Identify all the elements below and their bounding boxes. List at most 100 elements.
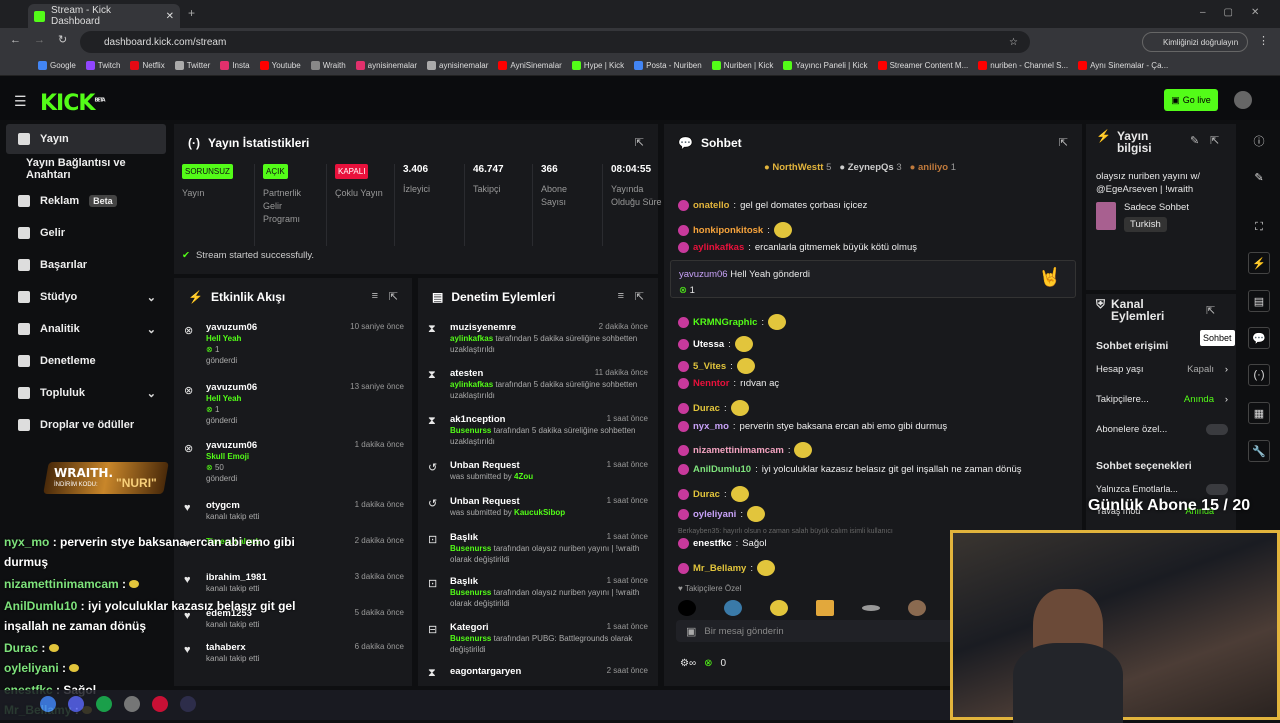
back-icon[interactable]: ← (10, 34, 21, 46)
expand-icon[interactable]: ⇱ (635, 290, 644, 303)
sidebar-item[interactable]: Analitik ⌄ (6, 314, 166, 344)
go-live-button[interactable]: ▣ Go live (1164, 89, 1218, 111)
sidebar-item[interactable]: Reklam Beta (6, 186, 166, 216)
chat-username[interactable]: Nenntor (693, 378, 729, 389)
chat-username[interactable]: oyleliyani (693, 509, 736, 520)
kick-logo[interactable]: KICKBETA (40, 91, 106, 116)
chat-bubble-icon[interactable]: 💬 (1248, 327, 1270, 349)
chat-username[interactable]: nizamettinimamcam (693, 445, 784, 456)
close-tab-icon[interactable]: ✕ (166, 11, 174, 22)
browser-tab[interactable]: Stream - Kick Dashboard ✕ (28, 4, 180, 28)
expand-icon[interactable]: ⇱ (389, 290, 398, 303)
toggle-switch[interactable] (1206, 484, 1228, 495)
chat-username[interactable]: honkiponkitosk (693, 225, 763, 236)
obs-taskbar-icon[interactable] (124, 696, 140, 712)
chat-username[interactable]: Mr_Bellamy (693, 563, 746, 574)
expand-icon[interactable]: ⇱ (635, 136, 644, 149)
badge-icon (678, 488, 689, 500)
emote-icon[interactable] (908, 600, 926, 616)
bookmark-item[interactable]: Twitch (85, 61, 120, 70)
chat-username[interactable]: KRMNGraphic (693, 317, 757, 328)
bookmark-item[interactable]: Wraith (310, 61, 346, 70)
bookmark-item[interactable]: Insta (220, 61, 250, 70)
stat-item: AÇIK Partnerlik Gelir Programı (254, 164, 316, 246)
emote-icon[interactable] (862, 605, 880, 611)
discord-taskbar-icon[interactable] (68, 696, 84, 712)
broadcast-icon[interactable]: (·) (1248, 364, 1270, 386)
reload-icon[interactable]: ↻ (58, 33, 67, 46)
chat-username[interactable]: enestfkc (693, 538, 732, 549)
sidebar-item[interactable]: Topluluk ⌄ (6, 378, 166, 408)
emote-icon[interactable] (770, 600, 788, 616)
sidebar-item[interactable]: Yayın Bağlantısı ve Anahtarı (6, 154, 166, 184)
bookmark-item[interactable]: Youtube (259, 61, 301, 70)
bookmark-item[interactable]: Twitter (174, 61, 210, 70)
user-avatar[interactable] (1234, 91, 1252, 109)
spotify-taskbar-icon[interactable] (96, 696, 112, 712)
wrench-icon[interactable]: 🔧 (1248, 440, 1270, 462)
steam-taskbar-icon[interactable] (180, 696, 196, 712)
points-icon: ⊗ (206, 463, 215, 472)
filter-icon[interactable]: ≡ (372, 290, 378, 302)
edit-icon[interactable]: ✎ (1190, 134, 1199, 147)
moderation-time: 1 saat önce (606, 532, 648, 541)
bookmark-item[interactable]: Yayıncı Paneli | Kick (783, 61, 868, 70)
chat-username[interactable]: 5_Vites (693, 361, 726, 372)
bookmark-item[interactable]: Netflix (130, 61, 165, 70)
filter-icon[interactable]: ≡ (618, 290, 624, 302)
sidebar-item[interactable]: Gelir (6, 218, 166, 248)
bookmark-star-icon[interactable]: ☆ (1009, 37, 1018, 48)
emote-icon[interactable] (816, 600, 834, 616)
chat-access-row[interactable]: Abonelere özel... (1096, 424, 1230, 454)
fullscreen-icon[interactable]: ⛶ (1248, 216, 1270, 238)
url-field[interactable]: dashboard.kick.com/stream ☆ (80, 31, 1030, 53)
emote-icon[interactable] (678, 600, 696, 616)
pencil-icon[interactable]: ✎ (1248, 166, 1270, 188)
chat-username[interactable]: nyx_mo (693, 421, 729, 432)
chat-username[interactable]: AnilDumlu10 (693, 464, 751, 475)
expand-icon[interactable]: ⇱ (1210, 134, 1219, 147)
chat-username[interactable]: aylinkafkas (693, 242, 744, 253)
menu-dots-icon[interactable]: ⋮ (1258, 34, 1269, 47)
info-circle-icon[interactable]: ⓘ (1248, 130, 1270, 152)
bookmark-label: Wraith (322, 61, 346, 70)
new-tab-icon[interactable]: + (188, 6, 195, 20)
bookmark-item[interactable]: Aynı Sinemalar - Ça... (1078, 61, 1168, 70)
toggle-switch[interactable] (1206, 424, 1228, 435)
chat-access-row[interactable]: Takipçilere... Anında › (1096, 394, 1230, 424)
forward-icon[interactable]: → (34, 34, 45, 46)
bookmark-item[interactable]: Posta - Nuriben (634, 61, 702, 70)
settings-icon[interactable]: ⚙∞ (680, 658, 696, 669)
chat-input[interactable]: ▣ Bir mesaj gönderin (676, 620, 976, 642)
document-icon[interactable]: ▤ (1248, 290, 1270, 312)
grid-icon[interactable]: ▦ (1248, 402, 1270, 424)
hamburger-menu-icon[interactable]: ☰ (14, 93, 27, 110)
bookmark-item[interactable]: aynisinemalar (355, 61, 417, 70)
sidebar-item[interactable]: Droplar ve ödüller (6, 410, 166, 440)
window-controls[interactable]: –▢✕ (1200, 7, 1277, 18)
bookmark-item[interactable]: Google (38, 61, 76, 70)
chat-username[interactable]: Utessa (693, 339, 724, 350)
bookmark-item[interactable]: Streamer Content M... (877, 61, 968, 70)
chat-username[interactable]: Durac (693, 489, 720, 500)
sidebar-item[interactable]: Yayın (6, 124, 166, 154)
activity-time: 1 dakika önce (354, 440, 404, 449)
bookmark-item[interactable]: nuriben - Channel S... (978, 61, 1068, 70)
bookmark-item[interactable]: aynisinemalar (427, 61, 488, 70)
sidebar-item[interactable]: Başarılar (6, 250, 166, 280)
chat-username[interactable]: Durac (693, 403, 720, 414)
bookmark-item[interactable]: AyniSinemalar (498, 61, 562, 70)
bookmark-item[interactable]: Nuriben | Kick (711, 61, 773, 70)
chat-access-row[interactable]: Hesap yaşı Kapalı › (1096, 364, 1230, 394)
sidebar-item[interactable]: Stüdyo ⌄ (6, 282, 166, 312)
sidebar-item[interactable]: Denetleme (6, 346, 166, 376)
profile-button[interactable]: Kimliğinizi doğrulayın (1142, 32, 1248, 52)
category-name[interactable]: Sadece Sohbet (1124, 202, 1189, 213)
chat-username[interactable]: onatello (693, 200, 729, 211)
expand-icon[interactable]: ⇱ (1206, 304, 1215, 317)
bolt-icon[interactable]: ⚡ (1248, 252, 1270, 274)
emote-icon[interactable] (724, 600, 742, 616)
chrome-taskbar-icon[interactable] (40, 696, 56, 712)
app-taskbar-icon[interactable] (152, 696, 168, 712)
bookmark-item[interactable]: Hype | Kick (571, 61, 624, 70)
